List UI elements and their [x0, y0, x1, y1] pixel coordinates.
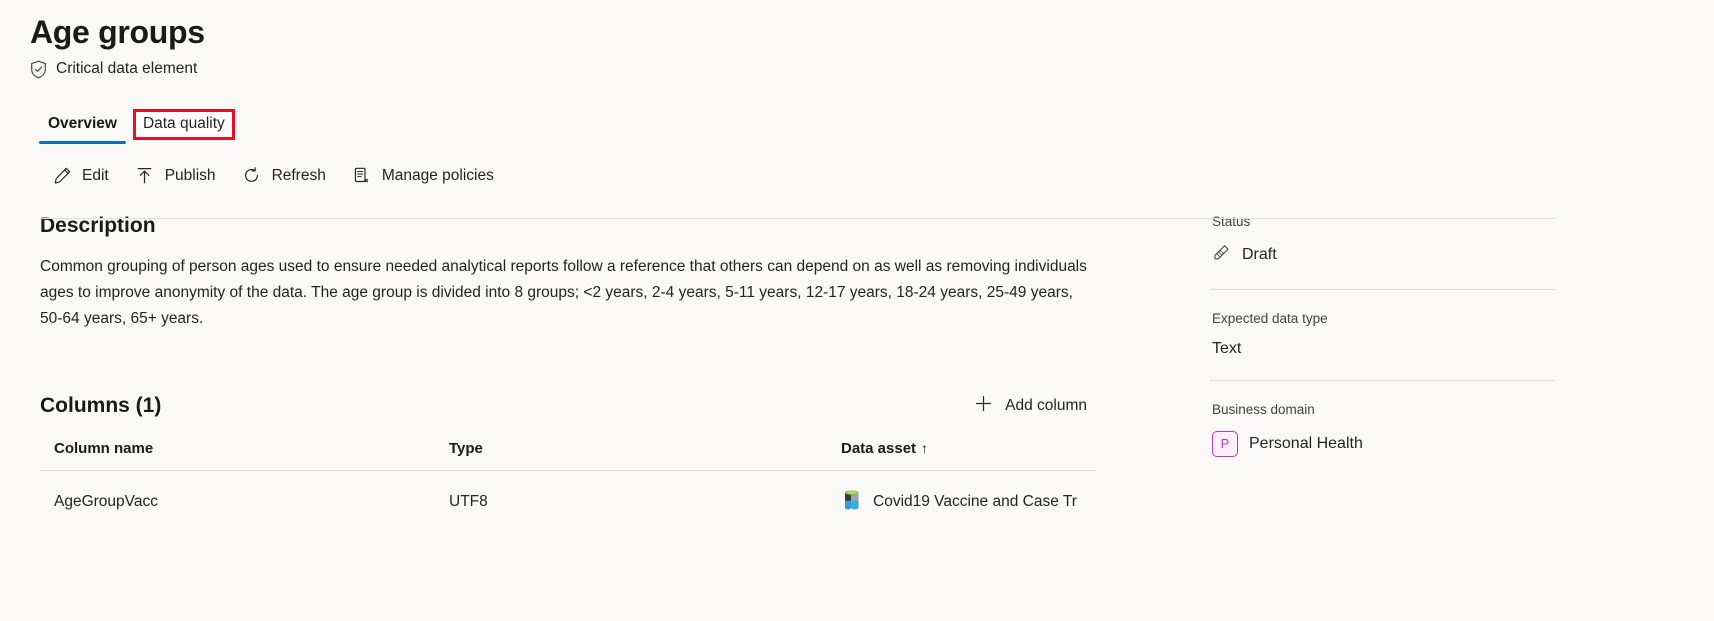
- side-divider-2: [1210, 379, 1555, 381]
- draft-pencil-icon: [1212, 243, 1231, 267]
- th-data-asset-label: Data asset: [841, 439, 917, 457]
- th-data-asset[interactable]: Data asset ↑: [827, 439, 1095, 471]
- pencil-icon: [52, 166, 72, 186]
- business-domain-value[interactable]: P Personal Health: [1212, 430, 1550, 457]
- cell-data-asset: Covid19 Vaccine and Case Tr: [827, 470, 1095, 534]
- side-block-business-domain: Business domain P Personal Health: [1210, 402, 1550, 457]
- tab-overview[interactable]: Overview: [38, 109, 127, 144]
- table-header-row: Column name Type Data asset ↑: [40, 439, 1095, 471]
- business-domain-label: Business domain: [1212, 401, 1315, 417]
- expected-data-type-value: Text: [1212, 340, 1550, 358]
- tab-list: Overview Data quality: [38, 102, 1714, 144]
- shield-check-icon: [30, 60, 47, 79]
- side-divider-1: [1210, 288, 1555, 290]
- status-label: Status: [1212, 213, 1251, 229]
- plus-icon: [974, 394, 993, 418]
- data-asset-name[interactable]: Covid19 Vaccine and Case Tr: [873, 493, 1077, 511]
- main-content: Description Common grouping of person ag…: [0, 214, 1150, 534]
- command-bar: Edit Publish Refresh Manage policies: [40, 158, 1714, 194]
- critical-data-element-label: Critical data element: [56, 60, 198, 78]
- manage-policies-label: Manage policies: [381, 166, 494, 184]
- status-value: Draft: [1212, 243, 1550, 267]
- expected-data-type-text: Text: [1212, 339, 1242, 357]
- critical-data-element-badge: Critical data element: [30, 60, 1714, 79]
- page-title: Age groups: [30, 14, 205, 50]
- refresh-label: Refresh: [271, 166, 326, 184]
- table-row[interactable]: AgeGroupVacc UTF8 Covid19 Vaccine and Ca…: [40, 470, 1095, 534]
- page-body: Description Common grouping of person ag…: [0, 214, 1714, 534]
- page-header: Age groups Critical data element: [0, 0, 1714, 79]
- columns-table: Column name Type Data asset ↑ AgeGroupVac…: [40, 439, 1095, 534]
- edit-label: Edit: [82, 166, 109, 184]
- page-root: Age groups Critical data element Overvie…: [0, 0, 1714, 621]
- database-asset-icon: [841, 488, 863, 517]
- side-block-expected-data-type: Expected data type Text: [1210, 310, 1555, 381]
- policy-document-icon: [352, 166, 372, 186]
- th-type[interactable]: Type: [435, 439, 827, 471]
- expected-data-type-label: Expected data type: [1212, 310, 1328, 326]
- columns-section-header: Columns (1) Add column: [40, 389, 1095, 423]
- details-side-panel: Status Draft Expected data type Text Bus…: [1150, 213, 1555, 534]
- publish-label: Publish: [164, 166, 216, 184]
- upload-arrow-icon: [135, 166, 155, 186]
- command-bar-divider: [40, 218, 1555, 219]
- status-text: Draft: [1242, 245, 1277, 263]
- add-column-label: Add column: [1005, 396, 1087, 414]
- business-domain-text[interactable]: Personal Health: [1249, 435, 1363, 453]
- description-text: Common grouping of person ages used to e…: [40, 257, 1087, 327]
- manage-policies-button[interactable]: Manage policies: [340, 160, 508, 192]
- refresh-button[interactable]: Refresh: [230, 160, 340, 192]
- edit-button[interactable]: Edit: [40, 160, 123, 192]
- columns-heading: Columns (1): [40, 393, 162, 417]
- sort-ascending-icon: ↑: [921, 439, 929, 456]
- domain-initial-chip: P: [1212, 430, 1238, 457]
- th-column-name[interactable]: Column name: [40, 439, 435, 471]
- tab-data-quality[interactable]: Data quality: [132, 108, 235, 140]
- refresh-icon: [242, 166, 262, 186]
- cell-type: UTF8: [449, 493, 488, 511]
- side-block-status: Status Draft: [1210, 213, 1555, 290]
- publish-button[interactable]: Publish: [123, 160, 230, 192]
- add-column-button[interactable]: Add column: [966, 389, 1095, 423]
- cell-column-name: AgeGroupVacc: [54, 493, 158, 511]
